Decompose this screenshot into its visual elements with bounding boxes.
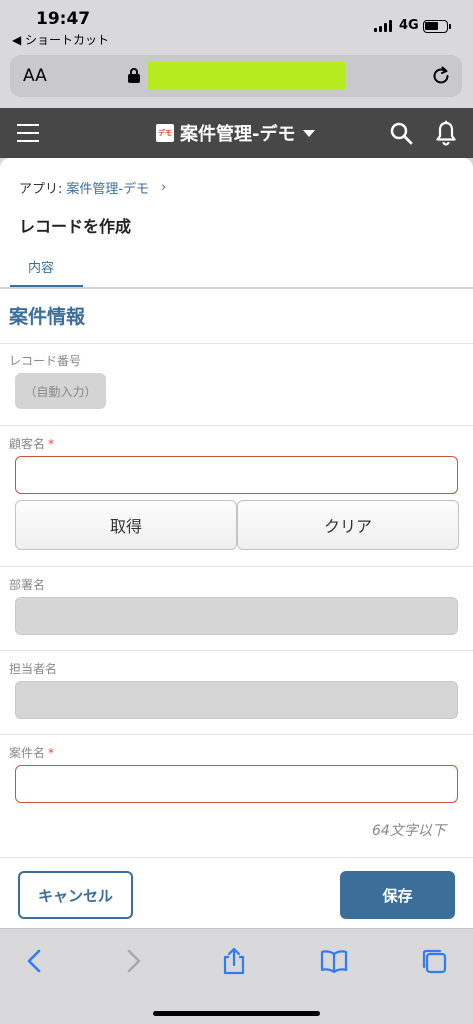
share-icon[interactable]	[220, 947, 248, 975]
hamburger-icon[interactable]	[17, 123, 39, 143]
customer-name-label: 顧客名 *	[9, 437, 55, 451]
search-icon[interactable]	[389, 121, 413, 145]
signal-icon	[374, 20, 394, 32]
divider	[0, 566, 473, 567]
app-title: 案件管理-デモ	[180, 124, 296, 145]
back-icon[interactable]	[22, 947, 50, 975]
chevron-right-icon: ›	[161, 180, 167, 195]
reload-icon[interactable]	[430, 64, 452, 88]
person-in-charge-field	[15, 681, 458, 719]
back-to-app-link[interactable]: ◀ ショートカット	[12, 31, 109, 48]
tab-divider	[0, 287, 473, 289]
tab-label: 内容	[28, 261, 55, 276]
app-header: デモ 案件管理-デモ	[0, 108, 473, 158]
text-size-button[interactable]: AA	[23, 66, 47, 86]
section-title: 案件情報	[9, 306, 86, 328]
action-footer: キャンセル 保存	[0, 857, 473, 928]
breadcrumb-prefix: アプリ:	[19, 182, 63, 197]
divider	[0, 734, 473, 735]
lookup-get-button[interactable]: 取得	[15, 500, 237, 550]
department-field	[15, 597, 458, 635]
lookup-clear-button[interactable]: クリア	[237, 500, 459, 550]
app-switcher[interactable]: デモ 案件管理-デモ	[156, 120, 316, 146]
bookmarks-icon[interactable]	[320, 947, 348, 975]
customer-name-input[interactable]	[15, 456, 458, 494]
page-title: レコードを作成	[19, 217, 132, 236]
project-name-input[interactable]	[15, 765, 458, 803]
address-bar[interactable]: AA	[10, 55, 462, 97]
record-number-label: レコード番号	[9, 354, 82, 368]
person-in-charge-label: 担当者名	[9, 662, 58, 676]
status-bar: 19:47 ◀ ショートカット 4G	[0, 0, 473, 52]
required-mark: *	[48, 437, 55, 451]
save-button[interactable]: 保存	[340, 871, 455, 919]
dropdown-caret-icon	[303, 129, 316, 137]
home-indicator	[153, 1011, 320, 1016]
required-mark: *	[48, 746, 55, 760]
clock: 19:47	[36, 9, 91, 29]
cancel-button[interactable]: キャンセル	[18, 871, 133, 919]
battery-icon	[423, 20, 451, 33]
lock-icon	[128, 68, 140, 83]
app-logo: デモ	[156, 124, 174, 142]
breadcrumb: アプリ: 案件管理-デモ ›	[19, 178, 166, 197]
divider	[0, 343, 473, 344]
url-redaction	[148, 62, 345, 90]
tabs-icon[interactable]	[420, 947, 448, 975]
divider	[0, 425, 473, 426]
divider	[0, 650, 473, 651]
project-name-length-hint: 64文字以下	[372, 823, 446, 839]
bell-icon[interactable]	[434, 120, 458, 146]
forward-icon[interactable]	[118, 947, 146, 975]
department-label: 部署名	[9, 578, 46, 592]
record-number-auto-value: （自動入力）	[15, 373, 106, 409]
breadcrumb-app-link[interactable]: 案件管理-デモ	[66, 178, 149, 197]
tab-content[interactable]: 内容	[10, 254, 83, 288]
browser-toolbar	[0, 928, 473, 1024]
record-create-sheet: アプリ: 案件管理-デモ › レコードを作成 内容 案件情報 レコード番号 （自…	[0, 158, 473, 928]
project-name-label: 案件名 *	[9, 746, 55, 760]
network-type: 4G	[399, 18, 419, 33]
